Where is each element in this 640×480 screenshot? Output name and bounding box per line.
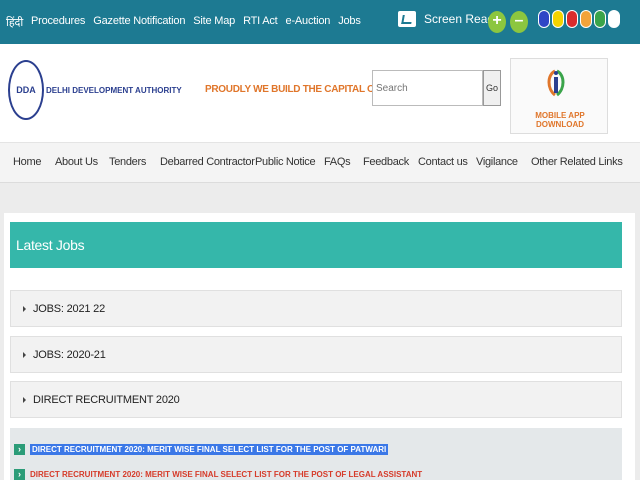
content-card: Latest Jobs JOBS: 2021 22 JOBS: 2020-21 … [4,213,635,480]
logo-mark-text: DDA [16,85,36,95]
search-go-button[interactable]: Go [483,70,501,106]
chevron-right-icon: › [14,444,25,455]
caret-right-icon [23,352,26,359]
panel-title: Latest Jobs [10,222,622,268]
digital-india-icon [547,69,565,97]
chevron-right-icon: › [14,469,25,480]
top-link-sitemap[interactable]: Site Map [193,15,235,30]
job-listing: › DIRECT RECRUITMENT 2020: MERIT WISE FI… [10,428,622,480]
top-link-rti[interactable]: RTI Act [243,15,278,30]
list-item-text: DIRECT RECRUITMENT 2020: MERIT WISE FINA… [30,470,423,479]
top-links: हिंदी Procedures Gazette Notification Si… [6,15,369,30]
accordion-label: DIRECT RECRUITMENT 2020 [33,394,180,406]
dda-logo-emblem[interactable]: DDA [8,60,44,120]
main-navigation: Home About Us Tenders Debarred Contracto… [0,142,640,183]
app-download-label: MOBILE APP DOWNLOAD [535,111,585,129]
nav-other-related-links[interactable]: Other Related Links [531,156,623,168]
nav-tenders[interactable]: Tenders [109,156,146,168]
accordion-jobs-2021-22[interactable]: JOBS: 2021 22 [10,290,622,327]
list-item[interactable]: › DIRECT RECRUITMENT 2020: MERIT WISE FI… [14,444,389,455]
nav-home[interactable]: Home [13,156,41,168]
theme-swatch-yellow[interactable] [552,10,564,28]
top-link-eauction[interactable]: e-Auction [286,15,331,30]
nav-public-notice[interactable]: Public Notice [255,156,316,168]
main-area: Latest Jobs JOBS: 2021 22 JOBS: 2020-21 … [0,183,640,480]
nav-faqs[interactable]: FAQs [324,156,351,168]
list-item-text: DIRECT RECRUITMENT 2020: MERIT WISE FINA… [30,444,389,455]
theme-swatch-white[interactable] [608,10,620,28]
accordion-label: JOBS: 2021 22 [33,303,106,315]
accordion-jobs-2020-21[interactable]: JOBS: 2020-21 [10,336,622,373]
accordion-label: JOBS: 2020-21 [33,349,106,361]
theme-swatch-green[interactable] [594,10,606,28]
theme-swatch-orange[interactable] [580,10,592,28]
accordion-direct-recruitment-2020[interactable]: DIRECT RECRUITMENT 2020 [10,381,622,418]
theme-swatch-blue[interactable] [538,10,550,28]
top-utility-bar: हिंदी Procedures Gazette Notification Si… [0,0,640,44]
caret-right-icon [23,306,26,313]
theme-swatches [538,10,620,28]
nav-vigilance[interactable]: Vigilance [476,156,518,168]
nav-about-us[interactable]: About Us [55,156,98,168]
top-link-procedures[interactable]: Procedures [31,15,85,30]
nav-feedback[interactable]: Feedback [363,156,409,168]
font-decrease-button[interactable]: – [510,11,528,33]
org-name: DELHI DEVELOPMENT AUTHORITY [46,86,182,95]
top-link-gazette[interactable]: Gazette Notification [93,15,185,30]
list-item[interactable]: › DIRECT RECRUITMENT 2020: MERIT WISE FI… [14,469,422,480]
screen-reader-icon [398,11,416,27]
nav-debarred-contractor[interactable]: Debarred Contractor [160,156,255,168]
theme-swatch-red[interactable] [566,10,578,28]
nav-contact-us[interactable]: Contact us [418,156,468,168]
top-link-hindi[interactable]: हिंदी [6,15,23,30]
search-input[interactable] [372,70,483,106]
mobile-app-download[interactable]: MOBILE APP DOWNLOAD [510,58,608,134]
caret-right-icon [23,397,26,404]
top-link-jobs[interactable]: Jobs [338,15,361,30]
font-increase-button[interactable]: + [488,11,506,33]
site-header: DDA DELHI DEVELOPMENT AUTHORITY PROUDLY … [0,44,640,142]
